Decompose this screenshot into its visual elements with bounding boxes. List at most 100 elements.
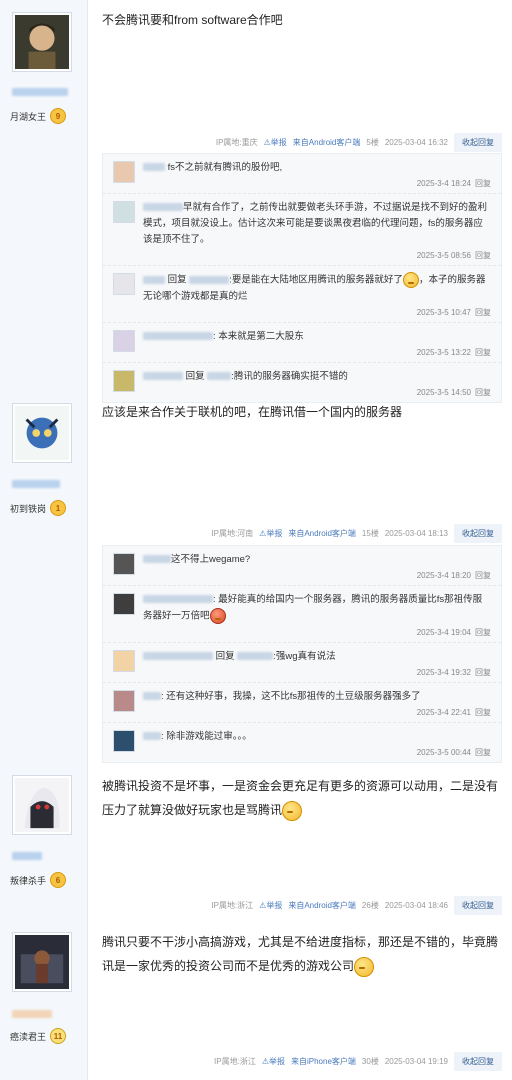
avatar-image xyxy=(15,15,69,69)
sub-reply-text: :要是能在大陆地区用腾讯的服务器就好了 xyxy=(229,274,403,286)
report-link[interactable]: ⚠举报 xyxy=(259,900,282,911)
username-blurred[interactable] xyxy=(12,88,68,96)
client-link[interactable]: 来自Android客户端 xyxy=(293,137,361,148)
sub-reply-link[interactable]: 回复 xyxy=(475,571,491,580)
sub-reply-text: 早就有合作了，之前传出就要做老头环手游，不过据说是找不到好的盈利模式，项目就没设… xyxy=(143,202,488,245)
sub-avatar[interactable] xyxy=(113,689,135,712)
ip-location: IP属地:河南 xyxy=(211,528,254,538)
user-level: 初到铁岗 1 xyxy=(10,500,67,516)
post-time: 2025-03-04 19:19 xyxy=(384,1056,448,1066)
sub-time: 2025-3-4 18:24 xyxy=(416,179,471,188)
sub-reply-text: : 本来就是第二大股东 xyxy=(213,330,304,342)
report-link[interactable]: ⚠举报 xyxy=(262,1056,285,1067)
sub-time: 2025-3-5 13:22 xyxy=(416,347,471,357)
level-name: 初到铁岗 xyxy=(10,503,47,514)
post-content: 腾讯只要不干涉小高搞游戏，尤其是不给进度指标，那还是不错的，毕竟腾讯是一家优秀的… xyxy=(102,930,502,978)
sub-reply-text: : 除非游戏能过审。。。 xyxy=(161,730,252,742)
emoji-icon xyxy=(282,800,303,821)
report-link[interactable]: ⚠举报 xyxy=(259,528,282,539)
collapse-reply-button[interactable]: 收起回复 xyxy=(454,132,502,152)
report-link[interactable]: ⚠举报 xyxy=(264,137,287,148)
post-content: 被腾讯投资不是坏事，一是资金会更充足有更多的资源可以动用，二是没有压力了就算没做… xyxy=(102,774,502,822)
avatar[interactable] xyxy=(12,775,72,835)
sub-reply-link[interactable]: 回复 xyxy=(475,179,491,188)
collapse-reply-button[interactable]: 收起回复 xyxy=(454,895,502,915)
floor-number: 15楼 xyxy=(361,528,379,538)
client-link[interactable]: 来自Android客户端 xyxy=(288,528,356,539)
post-floor-30: 癌渎君王 11 腾讯只要不干涉小高搞游戏，尤其是不给进度指标，那还是不错的，毕竟… xyxy=(0,918,512,1080)
user-level: 癌渎君王 11 xyxy=(10,1028,67,1044)
sub-reply-link[interactable]: 回复 xyxy=(475,748,491,757)
sub-reply: 回复 :腾讯的服务器确实挺不错的 2025-3-5 14:50 回复 xyxy=(103,363,501,402)
ip-location: IP属地:浙江 xyxy=(214,1056,256,1066)
username-blurred[interactable] xyxy=(12,1010,52,1018)
avatar[interactable] xyxy=(12,12,72,72)
sub-reply-text: :腾讯的服务器确实挺不错的 xyxy=(231,370,348,382)
avatar-image xyxy=(15,935,69,989)
sub-avatar[interactable] xyxy=(113,649,135,672)
sub-reply-list: fs不之前就有腾讯的股份吧, 2025-3-4 18:24 回复 早就有合作了，之… xyxy=(102,153,502,403)
sub-reply: 早就有合作了，之前传出就要做老头环手游，不过据说是找不到好的盈利模式，项目就没设… xyxy=(103,194,501,266)
sub-reply-link[interactable]: 回复 xyxy=(475,628,491,637)
sub-time: 2025-3-5 10:47 xyxy=(416,307,471,317)
post-tail: IP属地:重庆 ⚠举报 来自Android客户端 5楼 2025-03-04 1… xyxy=(102,132,502,152)
username-blurred[interactable] xyxy=(12,480,60,488)
post-tail: IP属地:浙江 ⚠举报 来自Android客户端 26楼 2025-03-04 … xyxy=(102,895,502,915)
sub-avatar[interactable] xyxy=(113,369,135,392)
emoji-icon xyxy=(209,608,226,624)
username-blurred[interactable] xyxy=(12,852,42,860)
level-name: 癌渎君王 xyxy=(10,1031,47,1042)
sub-avatar[interactable] xyxy=(113,273,135,295)
sub-reply: 回复 :要是能在大陆地区用腾讯的服务器就好了 ，本子的服务器无论哪个游戏都是真的烂… xyxy=(103,266,501,323)
sub-reply-list: 这不得上wegame? 2025-3-4 18:20 回复 : 最好能真的给国内一… xyxy=(102,545,502,763)
post-floor-15: 初到铁岗 1 应该是来合作关于联机的吧，在腾讯借一个国内的服务器 IP属地:河南… xyxy=(0,400,512,770)
sub-avatar[interactable] xyxy=(113,553,135,575)
sub-time: 2025-3-5 08:56 xyxy=(416,251,471,260)
level-name: 月湖女王 xyxy=(10,111,47,122)
sub-reply: : 还有这种好事，我操，这不比fs那祖传的土豆级服务器强多了 2025-3-4 … xyxy=(103,683,501,723)
sub-reply: fs不之前就有腾讯的股份吧, 2025-3-4 18:24 回复 xyxy=(103,154,501,194)
sub-avatar[interactable] xyxy=(113,329,135,352)
emoji-icon xyxy=(354,956,375,977)
client-link[interactable]: 来自Android客户端 xyxy=(288,900,356,911)
level-badge: 11 xyxy=(50,1028,67,1044)
ip-location: IP属地:浙江 xyxy=(211,900,254,910)
sub-reply: : 除非游戏能过审。。。 2025-3-5 00:44 回复 xyxy=(103,723,501,762)
sub-reply: : 本来就是第二大股东 2025-3-5 13:22 回复 xyxy=(103,323,501,363)
avatar[interactable] xyxy=(12,403,72,463)
sub-reply: 回复 :强wg真有说法 2025-3-4 19:32 回复 xyxy=(103,643,501,683)
level-name: 叛律杀手 xyxy=(10,875,47,886)
sub-reply-text: 这不得上wegame? xyxy=(171,554,251,565)
collapse-reply-button[interactable]: 收起回复 xyxy=(454,523,502,543)
sub-time: 2025-3-5 00:44 xyxy=(416,747,471,757)
sub-avatar[interactable] xyxy=(113,729,135,752)
user-level: 叛律杀手 6 xyxy=(10,872,67,888)
sub-time: 2025-3-4 22:41 xyxy=(416,707,471,717)
sub-reply-text: :强wg真有说法 xyxy=(273,650,336,662)
sub-reply-text: : 还有这种好事，我操，这不比fs那祖传的土豆级服务器强多了 xyxy=(161,690,421,702)
collapse-reply-button[interactable]: 收起回复 xyxy=(454,1051,502,1071)
sub-reply-link[interactable]: 回复 xyxy=(475,708,491,717)
level-badge: 9 xyxy=(50,108,67,124)
sub-reply: 这不得上wegame? 2025-3-4 18:20 回复 xyxy=(103,546,501,586)
avatar[interactable] xyxy=(12,932,72,992)
level-badge: 1 xyxy=(50,500,67,516)
sub-avatar[interactable] xyxy=(113,593,135,615)
sub-time: 2025-3-4 19:04 xyxy=(416,627,471,637)
sub-reply-link[interactable]: 回复 xyxy=(475,308,491,317)
sub-avatar[interactable] xyxy=(113,201,135,223)
sub-avatar[interactable] xyxy=(113,161,135,183)
post-time: 2025-03-04 16:32 xyxy=(384,137,448,147)
floor-number: 30楼 xyxy=(361,1056,379,1066)
sub-reply-link[interactable]: 回复 xyxy=(475,348,491,357)
post-content: 不会腾讯要和from software合作吧 xyxy=(102,13,283,27)
sub-reply: : 最好能真的给国内一个服务器，腾讯的服务器质量比fs那祖传服务器好一万倍吧 2… xyxy=(103,586,501,643)
sub-reply-link[interactable]: 回复 xyxy=(475,388,491,397)
sub-reply-link[interactable]: 回复 xyxy=(475,251,491,260)
client-link[interactable]: 来自iPhone客户端 xyxy=(291,1056,356,1067)
sub-reply-text: fs不之前就有腾讯的股份吧, xyxy=(167,162,283,173)
sub-reply-link[interactable]: 回复 xyxy=(475,668,491,677)
post-floor-5: 月湖女王 9 不会腾讯要和from software合作吧 IP属地:重庆 ⚠举… xyxy=(0,0,512,403)
emoji-icon xyxy=(402,272,419,288)
sub-time: 2025-3-4 18:20 xyxy=(416,571,471,580)
